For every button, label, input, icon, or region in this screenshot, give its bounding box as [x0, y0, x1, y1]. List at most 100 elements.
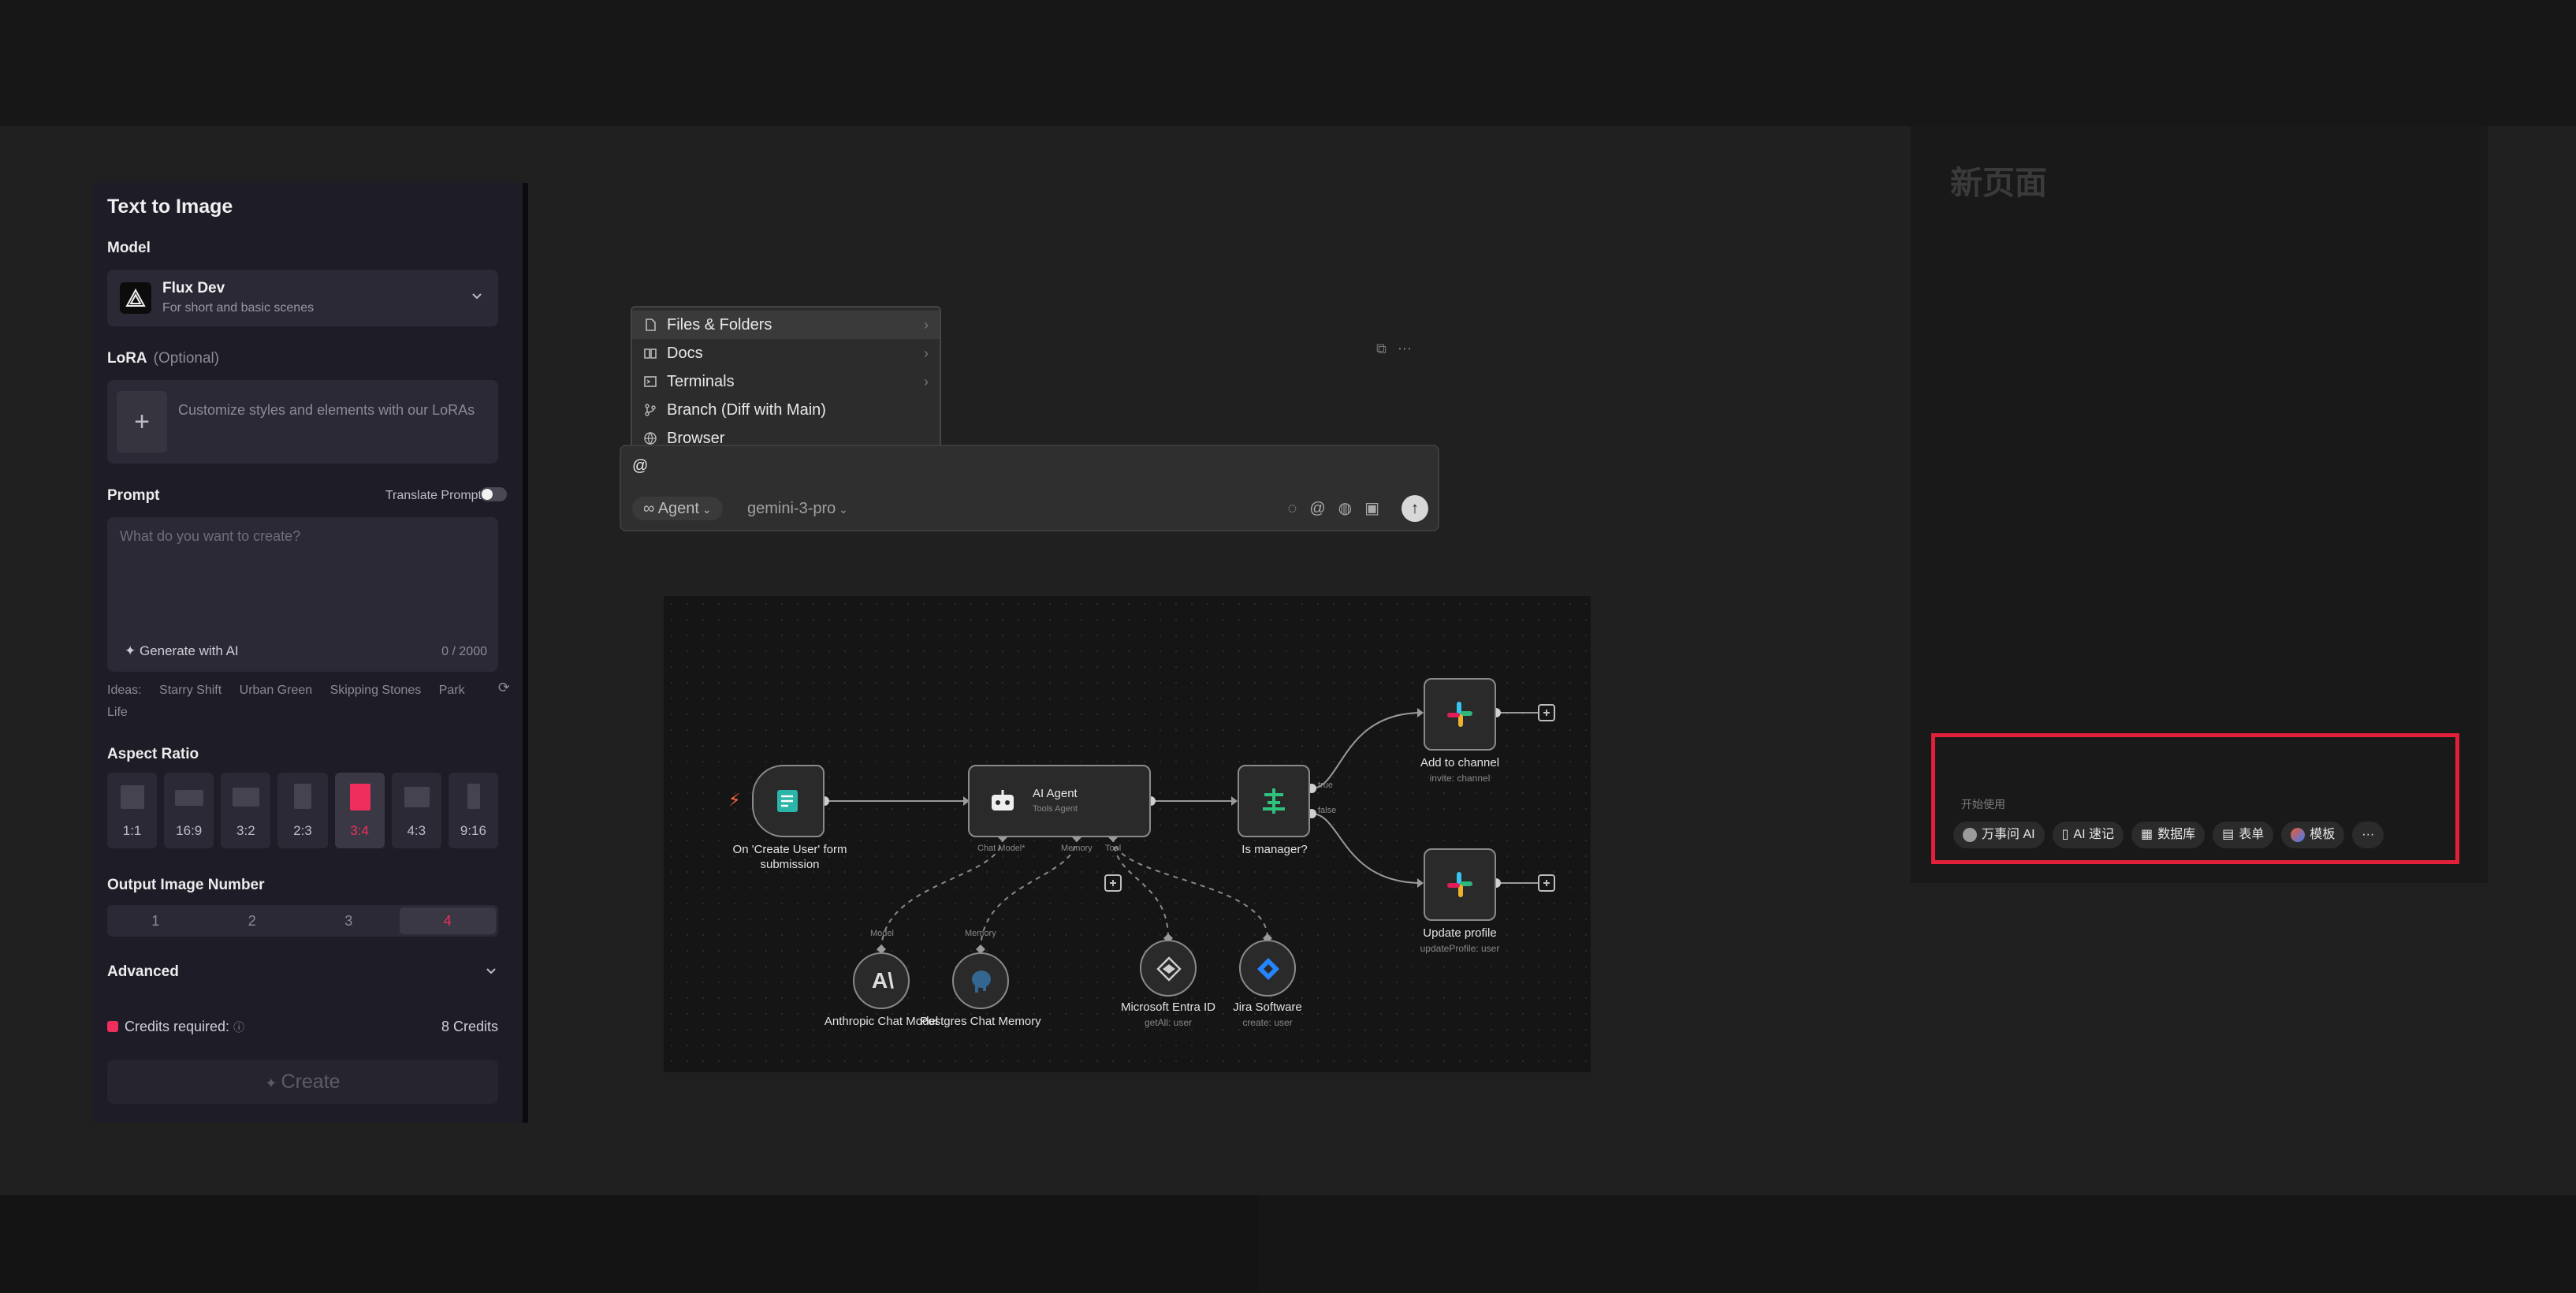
is-manager-node[interactable]	[1238, 765, 1310, 837]
ideas-label: Ideas:	[107, 684, 142, 697]
ai-agent-title: AI Agent	[1033, 787, 1078, 800]
more-icon[interactable]: ⋯	[1398, 341, 1423, 356]
globe-icon[interactable]: ◍	[1338, 500, 1364, 517]
more-button[interactable]: ···	[2352, 822, 2384, 848]
ratio-option[interactable]: 2:3	[277, 773, 328, 848]
sparkle-icon: ✦	[265, 1075, 281, 1091]
refresh-ideas-icon[interactable]: ⟳	[498, 680, 510, 696]
anthropic-node[interactable]: A\	[853, 952, 910, 1009]
output-option[interactable]: 3	[300, 905, 397, 937]
database-button[interactable]: ▦ 数据库	[2131, 822, 2206, 848]
lora-optional: (Optional)	[153, 350, 220, 367]
lora-label: LoRA (Optional)	[107, 350, 220, 367]
chevron-down-icon: ⌄	[698, 503, 712, 516]
flux-logo-icon	[120, 282, 151, 314]
add-to-channel-node[interactable]	[1424, 678, 1496, 751]
postgres-label: Postgres Chat Memory	[920, 1015, 1041, 1028]
output-option[interactable]: 1	[107, 905, 204, 937]
entra-icon	[1156, 956, 1182, 982]
ai-agent-node[interactable]: AI Agent Tools Agent	[968, 765, 1151, 837]
plus-icon[interactable]: +	[117, 391, 167, 453]
port-tool: Tool	[1105, 844, 1122, 853]
composer-icons: ◌@◍▣	[1287, 498, 1392, 518]
output-option[interactable]: 2	[204, 905, 301, 937]
more-icon: ···	[2362, 828, 2375, 841]
menu-item-branch[interactable]: Branch (Diff with Main)	[632, 396, 940, 424]
model-select[interactable]: gemini-3-pro ⌄	[747, 497, 848, 521]
page-title[interactable]: 新页面	[1950, 156, 2047, 203]
loading-icon: ◌	[1287, 500, 1310, 517]
update-profile-node[interactable]	[1424, 848, 1496, 921]
output-number-group: 1 2 3 4	[107, 905, 498, 937]
branch-true-label: true	[1318, 781, 1333, 790]
ratio-option[interactable]: 4:3	[391, 773, 441, 848]
translate-prompt-toggle[interactable]	[480, 487, 507, 501]
idea-chip[interactable]: Starry Shift	[159, 684, 221, 697]
ratio-option[interactable]: 16:9	[164, 773, 214, 848]
template-icon	[2291, 828, 2306, 842]
is-manager-label: Is manager?	[1241, 843, 1308, 856]
add-to-channel-sub: invite: channel	[1429, 773, 1491, 784]
add-to-channel-label: Add to channel	[1420, 756, 1500, 769]
advanced-toggle[interactable]: Advanced	[107, 963, 498, 981]
prompt-label: Prompt	[107, 487, 160, 504]
model-select[interactable]: Flux Dev For short and basic scenes	[107, 270, 498, 326]
ratio-option[interactable]: 1:1	[107, 773, 158, 848]
slack-icon	[1447, 702, 1472, 727]
arrow-up-icon: ↑	[1411, 500, 1419, 517]
aspect-ratio-group: 1:1 16:9 3:2 2:3 3:4 4:3 9:16	[107, 773, 498, 848]
postgres-node[interactable]	[952, 952, 1009, 1009]
prompt-textarea[interactable]: What do you want to create? ✦ Generate w…	[107, 517, 498, 672]
trigger-node[interactable]	[752, 765, 825, 837]
note-icon: ▯	[2061, 828, 2069, 841]
menu-item-files-folders[interactable]: Files & Folders ›	[632, 311, 940, 339]
bottom-bar	[0, 1195, 2576, 1293]
jira-node[interactable]	[1239, 940, 1296, 997]
agent-mode-select[interactable]: ∞ Agent ⌄	[632, 497, 723, 520]
slack-icon	[1447, 872, 1472, 897]
model-description: For short and basic scenes	[162, 301, 315, 315]
credits-icon	[107, 1021, 118, 1032]
chat-input[interactable]: @	[632, 457, 648, 475]
template-button[interactable]: 模板	[2281, 822, 2345, 848]
form-button[interactable]: ▤ 表单	[2213, 822, 2274, 848]
if-icon	[1263, 788, 1285, 814]
create-button[interactable]: ✦ Create	[107, 1060, 498, 1104]
idea-chip[interactable]: Urban Green	[240, 684, 313, 697]
anthropic-icon: A\	[872, 968, 894, 993]
get-started-label: 开始使用	[1961, 798, 2005, 810]
ratio-option-selected[interactable]: 3:4	[334, 773, 385, 848]
chevron-down-icon	[484, 963, 498, 982]
ai-icon	[1963, 828, 1977, 842]
terminal-icon	[644, 376, 657, 387]
chat-composer[interactable]: @ ∞ Agent ⌄ gemini-3-pro ⌄ ◌@◍▣ ↑	[620, 445, 1439, 531]
credits-amount: 8 Credits	[441, 1019, 498, 1034]
postgres-icon	[972, 971, 991, 993]
at-icon[interactable]: @	[1309, 500, 1338, 517]
ratio-option[interactable]: 9:16	[448, 773, 498, 848]
info-icon: ⓘ	[233, 1021, 245, 1034]
chevron-right-icon: ›	[924, 345, 929, 361]
sparkle-icon: ✦	[125, 643, 140, 658]
workflow-canvas[interactable]: ⚡ On 'Create User' form submission AI Ag…	[664, 596, 1591, 1072]
ai-notes-button[interactable]: ▯ AI 速记	[2052, 822, 2124, 848]
model-name: Flux Dev	[162, 280, 225, 296]
get-started-chips: 万事问 AI ▯ AI 速记 ▦ 数据库 ▤ 表单 模板 ···	[1953, 822, 2384, 848]
copy-icon[interactable]: ⧉	[1376, 341, 1398, 356]
table-icon: ▦	[2140, 828, 2153, 841]
idea-chip[interactable]: Skipping Stones	[330, 684, 422, 697]
image-icon[interactable]: ▣	[1364, 500, 1392, 517]
port-chat-model: Chat Model*	[977, 844, 1026, 853]
lora-picker[interactable]: + Customize styles and elements with our…	[107, 380, 498, 464]
generate-with-ai-button[interactable]: ✦ Generate with AI	[125, 643, 239, 659]
output-number-label: Output Image Number	[107, 877, 265, 893]
credits-row: Credits required: ⓘ 8 Credits	[107, 1019, 498, 1035]
send-button[interactable]: ↑	[1402, 495, 1428, 522]
update-profile-label: Update profile	[1423, 926, 1497, 940]
menu-item-terminals[interactable]: Terminals ›	[632, 367, 940, 396]
menu-item-docs[interactable]: Docs ›	[632, 339, 940, 367]
entra-node[interactable]	[1140, 940, 1197, 997]
ratio-option[interactable]: 3:2	[221, 773, 271, 848]
output-option-selected[interactable]: 4	[399, 907, 496, 934]
ask-ai-button[interactable]: 万事问 AI	[1953, 822, 2045, 848]
